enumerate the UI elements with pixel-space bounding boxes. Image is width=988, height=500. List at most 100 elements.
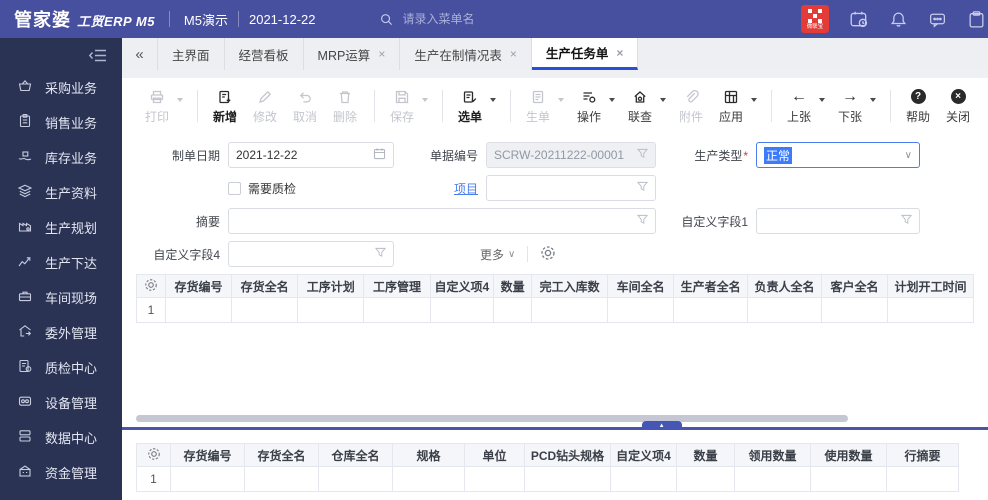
edit-button[interactable]: 修改 xyxy=(250,88,280,125)
tab-close-icon[interactable]: × xyxy=(378,47,385,61)
sidebar-item-equipment[interactable]: 设备管理 xyxy=(0,385,122,420)
filter-funnel-icon[interactable] xyxy=(374,247,387,261)
filter-funnel-icon[interactable] xyxy=(900,214,913,228)
sidebar-item-production-release[interactable]: 生产下达 xyxy=(0,245,122,280)
grid1-header[interactable]: 存货编号 xyxy=(164,274,233,298)
linked-query-button[interactable]: 联查 xyxy=(625,88,655,125)
sidebar-item-data-center[interactable]: 数据中心 xyxy=(0,420,122,455)
grid2-cell[interactable] xyxy=(318,466,393,492)
grid1-header[interactable]: 工序计划 xyxy=(297,274,365,298)
tab-close-icon[interactable]: × xyxy=(510,47,517,61)
sidebar-item-shopfloor[interactable]: 车间现场 xyxy=(0,280,122,315)
grid2-cell[interactable] xyxy=(886,466,959,492)
tab-production-task[interactable]: 生产任务单 × xyxy=(531,38,639,70)
dropdown-caret-icon[interactable] xyxy=(558,98,564,102)
grid1-cell[interactable] xyxy=(747,297,822,323)
dropdown-caret-icon[interactable] xyxy=(609,98,615,102)
grid1-header[interactable]: 计划开工时间 xyxy=(887,274,974,298)
dropdown-caret-icon[interactable] xyxy=(819,98,825,102)
save-button[interactable]: 保存 xyxy=(387,88,417,125)
search-input[interactable] xyxy=(402,12,533,26)
dropdown-caret-icon[interactable] xyxy=(490,98,496,102)
grid1-header[interactable]: 车间全名 xyxy=(607,274,675,298)
grid1-cell[interactable] xyxy=(231,297,299,323)
grid1-cell[interactable] xyxy=(493,297,533,323)
close-button[interactable]: × 关闭 xyxy=(943,88,973,125)
sidebar-item-finance[interactable]: 资金管理 xyxy=(0,455,122,490)
grid2-header[interactable]: 仓库全名 xyxy=(318,443,393,467)
summary-field[interactable] xyxy=(228,208,656,234)
grid2-header[interactable]: 领用数量 xyxy=(734,443,811,467)
grid2-cell[interactable] xyxy=(610,466,677,492)
filter-funnel-icon[interactable] xyxy=(636,214,649,228)
project-field[interactable] xyxy=(486,175,656,201)
filter-funnel-icon[interactable] xyxy=(636,148,649,162)
grid1-header[interactable]: 完工入库数 xyxy=(531,274,609,298)
scrollbar-thumb[interactable] xyxy=(136,415,849,422)
make-date-field[interactable]: 2021-12-22 xyxy=(228,142,394,168)
more-fields-toggle[interactable]: 更多 ∨ xyxy=(480,246,515,263)
grid1-header[interactable]: 存货全名 xyxy=(231,274,299,298)
select-doc-button[interactable]: 选单 xyxy=(455,88,485,125)
dropdown-caret-icon[interactable] xyxy=(870,98,876,102)
grid2-cell[interactable] xyxy=(464,466,525,492)
filter-funnel-icon[interactable] xyxy=(636,181,649,195)
sidebar-item-production-planning[interactable]: 生产规划 xyxy=(0,210,122,245)
dropdown-caret-icon[interactable] xyxy=(751,98,757,102)
grid1-cell[interactable] xyxy=(887,297,974,323)
print-button[interactable]: 打印 xyxy=(142,88,172,125)
calendar-icon[interactable] xyxy=(373,147,386,163)
sidebar-item-purchase[interactable]: 采购业务 xyxy=(0,70,122,105)
grid2-header[interactable]: 单位 xyxy=(464,443,525,467)
dropdown-caret-icon[interactable] xyxy=(660,98,666,102)
tab-close-icon[interactable]: × xyxy=(616,46,623,60)
tab-home[interactable]: 主界面 xyxy=(158,38,225,70)
grid2-header[interactable]: 使用数量 xyxy=(810,443,887,467)
tab-wip-report[interactable]: 生产在制情况表 × xyxy=(400,38,532,70)
dropdown-caret-icon[interactable] xyxy=(422,98,428,102)
grid1-horizontal-scrollbar[interactable] xyxy=(136,415,974,423)
apply-button[interactable]: 应用 xyxy=(716,88,746,125)
grid1-cell[interactable] xyxy=(820,297,889,323)
grid1-header[interactable]: 数量 xyxy=(493,274,533,298)
grid2-header[interactable]: 存货编号 xyxy=(170,443,245,467)
sidebar-collapse-button[interactable] xyxy=(0,38,122,70)
project-link-label[interactable]: 项目 xyxy=(394,180,478,197)
next-doc-button[interactable]: → 下张 xyxy=(835,88,865,125)
grid2-cell[interactable] xyxy=(392,466,465,492)
grid1-column-settings-button[interactable] xyxy=(136,274,166,298)
qc-checkbox[interactable] xyxy=(228,181,241,195)
help-button[interactable]: ? 帮助 xyxy=(903,88,933,125)
grid2-cell[interactable] xyxy=(524,466,611,492)
bell-icon[interactable] xyxy=(889,10,908,29)
grid2-cell[interactable] xyxy=(244,466,319,492)
form-settings-button[interactable] xyxy=(540,245,556,264)
grid2-column-settings-button[interactable] xyxy=(136,443,171,467)
sidebar-item-quality[interactable]: 质检中心 xyxy=(0,350,122,385)
grid1-header[interactable]: 负责人全名 xyxy=(747,274,822,298)
sidebar-item-production-data[interactable]: 生产资料 xyxy=(0,175,122,210)
grid1-cell[interactable] xyxy=(607,297,675,323)
grid2-header[interactable]: 存货全名 xyxy=(244,443,319,467)
generate-doc-button[interactable]: 生单 xyxy=(523,88,553,125)
grid2-cell[interactable] xyxy=(734,466,811,492)
grid2-cell[interactable] xyxy=(170,466,245,492)
sidebar-item-inventory[interactable]: 库存业务 xyxy=(0,140,122,175)
cancel-button[interactable]: 取消 xyxy=(290,88,320,125)
prod-type-select[interactable]: 正常 ∨ xyxy=(756,142,920,168)
grid2-header[interactable]: 数量 xyxy=(676,443,735,467)
splitter-collapse-handle[interactable]: ▲ xyxy=(641,421,682,430)
qr-app-badge[interactable]: 微联宝 xyxy=(801,5,829,33)
dropdown-caret-icon[interactable] xyxy=(177,98,183,102)
delete-button[interactable]: 删除 xyxy=(330,88,360,125)
clipboard-icon[interactable] xyxy=(967,10,986,29)
attachment-button[interactable]: 附件 xyxy=(676,88,706,125)
new-button[interactable]: 新增 xyxy=(210,88,240,125)
grid2-header[interactable]: 自定义项4 xyxy=(610,443,677,467)
grid2-header[interactable]: 规格 xyxy=(392,443,465,467)
tab-mrp[interactable]: MRP运算 × xyxy=(304,38,401,70)
grid1-cell[interactable] xyxy=(164,297,233,323)
custom1-field[interactable] xyxy=(756,208,920,234)
calendar-clock-icon[interactable] xyxy=(849,9,869,29)
grid1-header[interactable]: 自定义项4 xyxy=(429,274,495,298)
